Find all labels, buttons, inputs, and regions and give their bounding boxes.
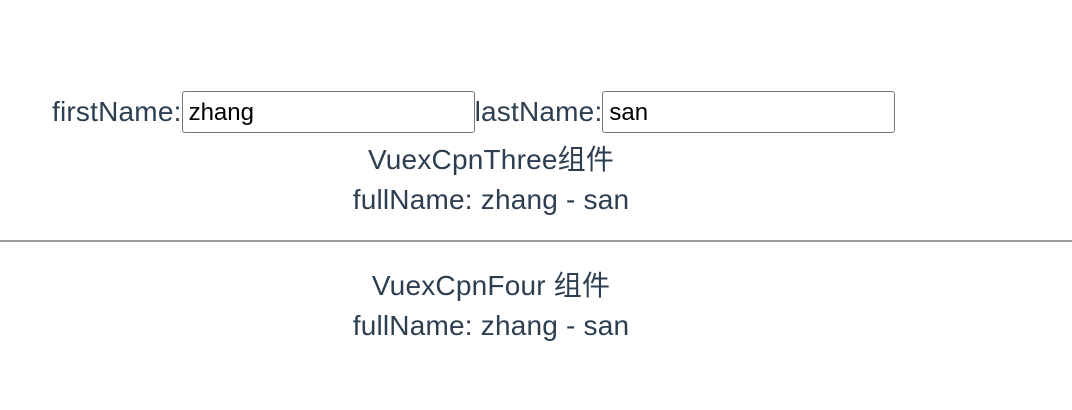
last-name-label: lastName: [474, 96, 603, 127]
component-four-title: VuexCpnFour 组件 [371, 270, 611, 301]
last-name-input[interactable] [602, 91, 896, 133]
component-three-full-name: fullName: zhang - san [352, 184, 630, 215]
first-name-input[interactable] [181, 91, 475, 133]
divider [0, 240, 1072, 242]
first-name-label: firstName: [52, 96, 182, 127]
name-input-row: firstName: lastName: [52, 91, 896, 133]
component-four-full-name: fullName: zhang - san [352, 310, 630, 341]
component-three-title: VuexCpnThree组件 [367, 144, 615, 175]
